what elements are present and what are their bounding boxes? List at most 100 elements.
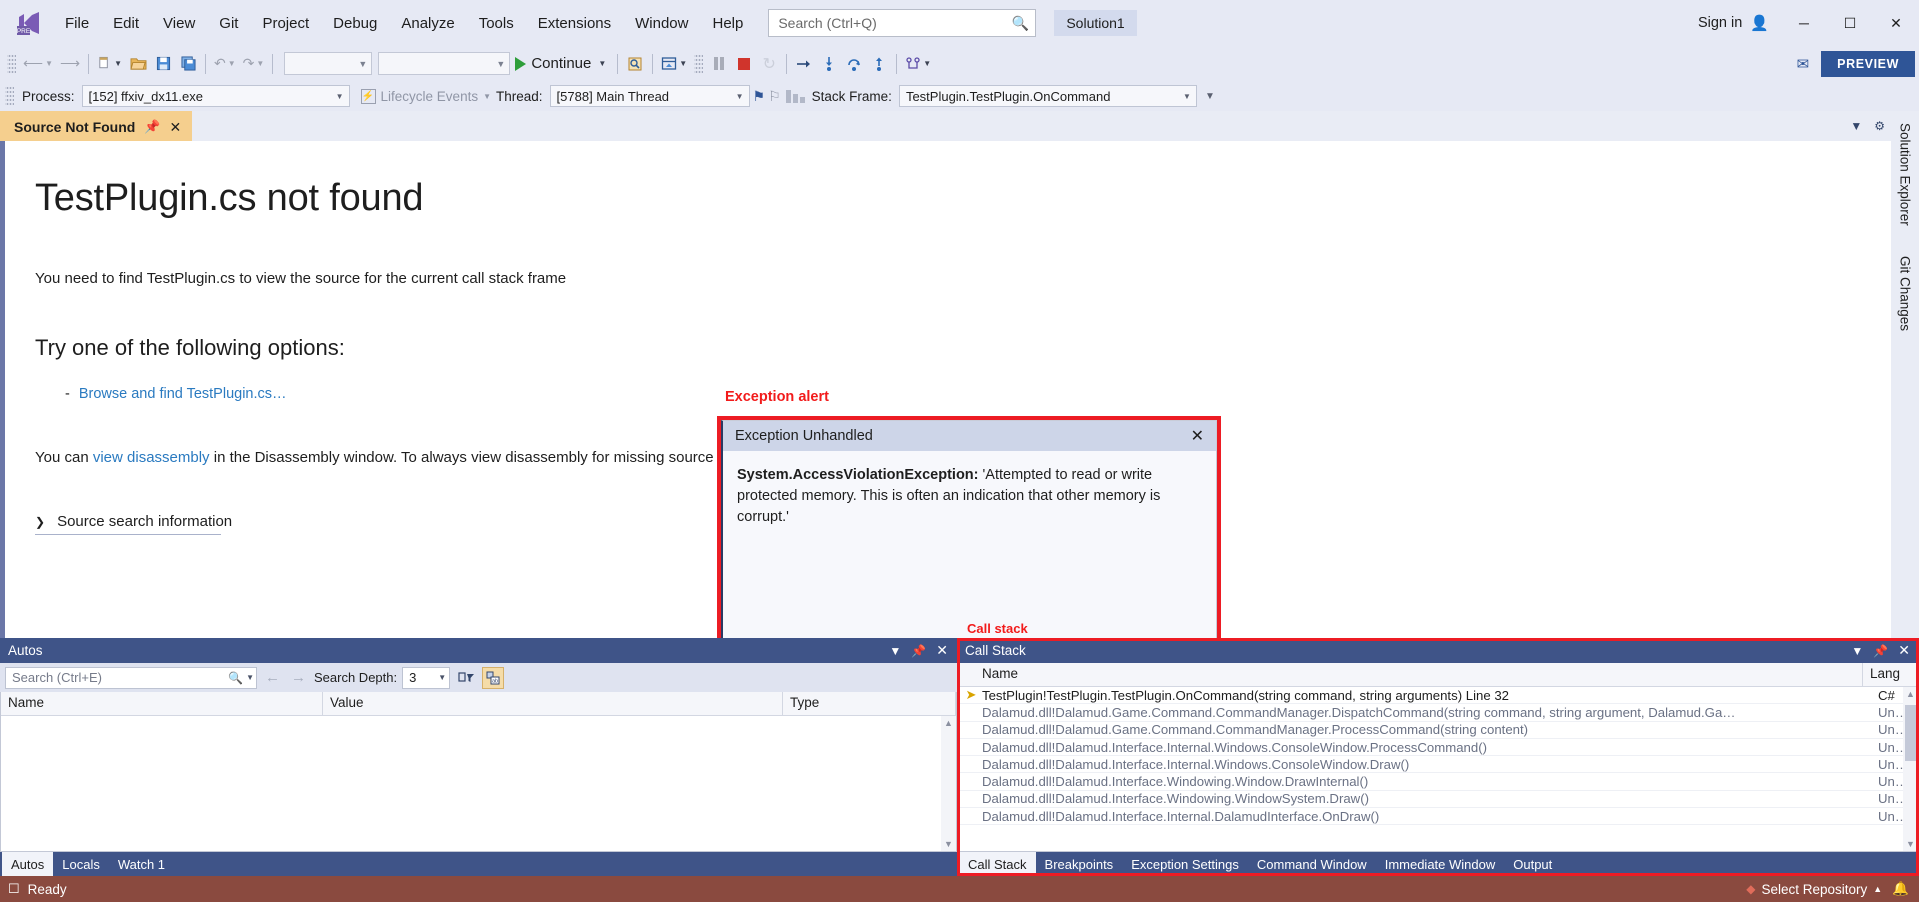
call-stack-column-lang[interactable]: Lang xyxy=(1863,663,1918,686)
menu-file[interactable]: File xyxy=(54,9,100,38)
toolbar-drag-handle[interactable] xyxy=(5,85,14,107)
save-button[interactable] xyxy=(151,51,175,77)
navigate-forward-button[interactable]: ⟶ xyxy=(57,51,83,77)
tab-breakpoints[interactable]: Breakpoints xyxy=(1036,852,1123,876)
table-row[interactable]: Dalamud.dll!Dalamud.Interface.Internal.D… xyxy=(958,808,1918,826)
close-icon[interactable]: ✕ xyxy=(931,642,953,659)
pin-icon[interactable]: 📌 xyxy=(1868,644,1893,658)
stack-frame-combo[interactable]: TestPlugin.TestPlugin.OnCommand ▼ xyxy=(898,85,1197,107)
browse-and-find-link[interactable]: Browse and find TestPlugin.cs… xyxy=(79,386,287,402)
open-file-button[interactable] xyxy=(126,51,150,77)
pin-icon[interactable]: 📌 xyxy=(906,644,931,658)
step-over-button[interactable] xyxy=(842,51,866,77)
hexadecimal-display-button[interactable]: ab xyxy=(482,666,505,689)
tab-call-stack[interactable]: Call Stack xyxy=(959,852,1036,876)
tab-exception-settings[interactable]: Exception Settings xyxy=(1122,852,1248,876)
tab-watch-1[interactable]: Watch 1 xyxy=(109,852,174,876)
close-icon[interactable]: ✕ xyxy=(1893,642,1915,659)
bell-icon[interactable]: 🔔 xyxy=(1892,881,1909,897)
toolbar-overflow-button[interactable]: ▼ xyxy=(1200,91,1215,102)
flag-outline-icon[interactable]: ⚐ xyxy=(768,88,781,105)
autos-vertical-scrollbar[interactable]: ▲ ▼ xyxy=(941,716,956,851)
restart-button[interactable]: ↻ xyxy=(757,51,781,77)
show-next-statement-button[interactable] xyxy=(792,51,816,77)
chevron-down-icon[interactable]: ▼ xyxy=(1846,644,1868,658)
tab-autos[interactable]: Autos xyxy=(2,852,54,876)
table-row[interactable]: Dalamud.dll!Dalamud.Interface.Internal.W… xyxy=(958,739,1918,757)
close-window-button[interactable]: ✕ xyxy=(1873,0,1919,46)
process-combo[interactable]: [152] ffxiv_dx11.exe ▼ xyxy=(81,85,350,107)
select-repository-button[interactable]: ◆ Select Repository ▲ xyxy=(1746,882,1882,897)
minimize-button[interactable]: ─ xyxy=(1781,0,1827,46)
toolbar-drag-handle[interactable] xyxy=(7,52,16,75)
scroll-down-arrow-icon[interactable]: ▼ xyxy=(944,837,953,851)
table-row[interactable]: Dalamud.dll!Dalamud.Interface.Windowing.… xyxy=(958,791,1918,809)
call-stack-vertical-scrollbar[interactable]: ▲ ▼ xyxy=(1903,687,1918,851)
scroll-up-arrow-icon[interactable]: ▲ xyxy=(1906,687,1915,701)
table-row[interactable]: Dalamud.dll!Dalamud.Interface.Internal.W… xyxy=(958,756,1918,774)
menu-git[interactable]: Git xyxy=(208,9,249,38)
table-row[interactable]: Dalamud.dll!Dalamud.Interface.Windowing.… xyxy=(958,773,1918,791)
menu-analyze[interactable]: Analyze xyxy=(390,9,465,38)
maximize-button[interactable]: ☐ xyxy=(1827,0,1873,46)
save-all-button[interactable] xyxy=(176,51,200,77)
search-depth-combo[interactable]: 3 ▼ xyxy=(402,666,451,689)
solution-configuration-combo[interactable]: ▼ xyxy=(284,52,373,75)
table-row[interactable]: ➤ TestPlugin!TestPlugin.TestPlugin.OnCom… xyxy=(958,687,1918,705)
tab-command-window[interactable]: Command Window xyxy=(1248,852,1376,876)
continue-button[interactable]: Continue ▼ xyxy=(511,51,612,77)
send-feedback-icon[interactable]: ✉ xyxy=(1791,55,1816,73)
dock-tab-git-changes[interactable]: Git Changes xyxy=(1896,252,1915,335)
hot-reload-button[interactable]: ▼ xyxy=(658,51,690,77)
navigate-backward-button[interactable]: ⟵ ▼ xyxy=(20,51,56,77)
view-disassembly-link[interactable]: view disassembly xyxy=(93,449,210,466)
redo-button[interactable]: ↷ ▼ xyxy=(240,51,268,77)
solution-chip[interactable]: Solution1 xyxy=(1054,10,1137,36)
stop-debugging-button[interactable] xyxy=(732,51,756,77)
menu-window[interactable]: Window xyxy=(624,9,699,38)
lifecycle-events-button[interactable]: ⚡ Lifecycle Events ▼ xyxy=(353,88,491,104)
autos-search-input[interactable]: Search (Ctrl+E) 🔍 ▼ xyxy=(5,666,257,689)
threads-button[interactable]: ▼ xyxy=(902,51,934,77)
menu-tools[interactable]: Tools xyxy=(468,9,525,38)
preview-badge[interactable]: PREVIEW xyxy=(1821,50,1915,77)
dock-tab-solution-explorer[interactable]: Solution Explorer xyxy=(1896,119,1915,230)
step-out-button[interactable] xyxy=(867,51,891,77)
source-search-information-header[interactable]: ❯ Source search information xyxy=(35,513,232,530)
close-icon[interactable]: ✕ xyxy=(1185,426,1210,446)
attach-to-process-button[interactable] xyxy=(623,51,647,77)
table-row[interactable]: Dalamud.dll!Dalamud.Game.Command.Command… xyxy=(958,722,1918,739)
call-stack-column-name[interactable]: Name xyxy=(958,663,1863,686)
global-search-input[interactable]: Search (Ctrl+Q) 🔍 xyxy=(768,9,1037,37)
table-row[interactable]: Dalamud.dll!Dalamud.Game.Command.Command… xyxy=(958,704,1918,722)
step-into-button[interactable] xyxy=(817,51,841,77)
sign-in-button[interactable]: Sign in 👤 xyxy=(1686,14,1781,32)
autos-column-name[interactable]: Name xyxy=(1,692,323,715)
close-icon[interactable]: ✕ xyxy=(170,119,182,136)
thread-combo[interactable]: [5788] Main Thread ▼ xyxy=(549,85,750,107)
flag-filled-icon[interactable]: ⚑ xyxy=(753,88,766,105)
arrow-right-icon[interactable]: → xyxy=(288,669,309,686)
autos-column-value[interactable]: Value xyxy=(323,692,783,715)
menu-edit[interactable]: Edit xyxy=(102,9,150,38)
tab-immediate-window[interactable]: Immediate Window xyxy=(1376,852,1505,876)
chevron-down-icon[interactable]: ▼ xyxy=(1850,119,1862,133)
autos-column-type[interactable]: Type xyxy=(783,692,956,715)
menu-help[interactable]: Help xyxy=(701,9,754,38)
menu-project[interactable]: Project xyxy=(251,9,320,38)
scrollbar-thumb[interactable] xyxy=(1905,705,1916,761)
chevron-down-icon[interactable]: ▼ xyxy=(243,673,254,682)
tab-locals[interactable]: Locals xyxy=(53,852,109,876)
tab-output[interactable]: Output xyxy=(1504,852,1561,876)
scroll-down-arrow-icon[interactable]: ▼ xyxy=(1906,837,1915,851)
menu-view[interactable]: View xyxy=(152,9,206,38)
new-item-button[interactable]: ▼ xyxy=(94,51,125,77)
scroll-up-arrow-icon[interactable]: ▲ xyxy=(944,716,953,730)
gear-icon[interactable]: ⚙ xyxy=(1874,119,1885,133)
pin-icon[interactable]: 📌 xyxy=(144,119,160,135)
filter-button[interactable] xyxy=(455,667,477,689)
chevron-down-icon[interactable]: ▼ xyxy=(884,644,906,658)
solution-platform-combo[interactable]: ▼ xyxy=(378,52,511,75)
menu-debug[interactable]: Debug xyxy=(322,9,388,38)
menu-extensions[interactable]: Extensions xyxy=(527,9,622,38)
